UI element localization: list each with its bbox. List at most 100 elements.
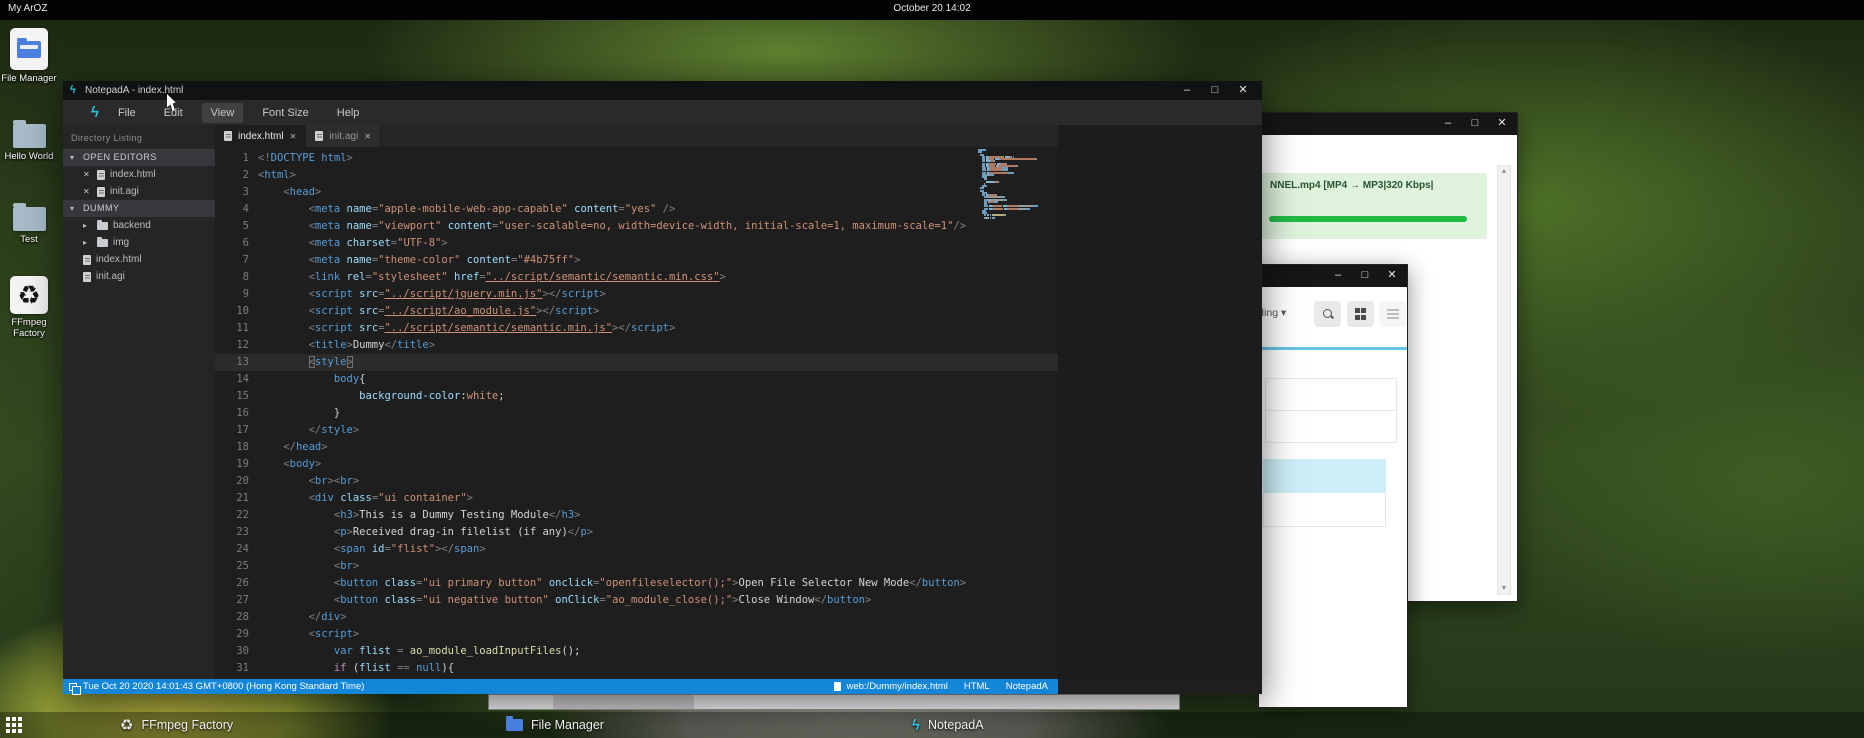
- icon-label: File Manager: [0, 73, 58, 84]
- desktop-icon-file-manager[interactable]: File Manager: [0, 28, 58, 84]
- open-editor-init-agi[interactable]: ✕ init.agi: [63, 183, 215, 200]
- open-editor-index-html[interactable]: ✕ index.html: [63, 166, 215, 183]
- folder-name: backend: [113, 217, 151, 234]
- maximize-icon[interactable]: □: [1468, 116, 1482, 131]
- code-editor[interactable]: 1234567891011121314151617181920212223242…: [215, 147, 1058, 679]
- menu-file[interactable]: File: [109, 103, 145, 123]
- sort-order-dropdown[interactable]: Ascending ▾: [1261, 307, 1311, 327]
- file-window-titlebar[interactable]: – □ ✕: [1259, 265, 1407, 287]
- sync-icon: [69, 683, 77, 691]
- file-icon: [224, 131, 232, 141]
- list-view-button[interactable]: [1379, 301, 1406, 327]
- clock: October 20 14:02: [0, 3, 1864, 14]
- editor-area: index.html ✕ init.agi ✕ 1234567891011121…: [215, 125, 1058, 679]
- close-icon[interactable]: ✕: [83, 183, 92, 200]
- chevron-down-icon: ▾: [1281, 307, 1286, 319]
- file-icon: [315, 131, 323, 141]
- maximize-icon[interactable]: □: [1208, 83, 1222, 98]
- notepada-window[interactable]: ϟ NotepadA - index.html – □ ✕ ϟ File Edi…: [63, 81, 1262, 694]
- file-explorer-window[interactable]: – □ ✕ Ascending ▾: [1258, 264, 1408, 708]
- conversion-task-label: NNEL.mp4 [MP4 → MP3|320 Kbps|: [1270, 180, 1433, 191]
- top-bar: My ArOZ October 20 14:02: [0, 0, 1864, 20]
- icon-label: Hello World: [0, 151, 58, 162]
- file-name: init.agi: [96, 268, 125, 285]
- search-button[interactable]: [1314, 301, 1341, 327]
- desktop-icon-ffmpeg-factory[interactable]: ♻ FFmpeg Factory: [0, 276, 58, 339]
- toolbar-divider: [1259, 347, 1407, 350]
- conversion-progress-bar: [1269, 216, 1467, 222]
- notepada-logo-icon: ϟ: [70, 84, 76, 97]
- maximize-icon[interactable]: □: [1358, 268, 1372, 283]
- file-row-selected[interactable]: [1263, 459, 1386, 493]
- menu-font-size[interactable]: Font Size: [253, 103, 317, 123]
- grid-view-icon: [1355, 308, 1367, 320]
- background-window-scroll-track: [553, 695, 694, 709]
- tree-folder-backend[interactable]: ▸ backend: [63, 217, 215, 234]
- file-row[interactable]: [1265, 410, 1397, 443]
- section-open-editors[interactable]: ▾ OPEN EDITORS: [63, 149, 215, 166]
- file-name: index.html: [110, 166, 156, 183]
- desktop-icon-hello-world[interactable]: Hello World: [0, 124, 58, 162]
- ffmpeg-window-titlebar[interactable]: – □ ✕: [1253, 113, 1517, 135]
- file-icon: [97, 187, 105, 197]
- tab-index-html[interactable]: index.html ✕: [215, 125, 306, 147]
- app-menu-icon[interactable]: [6, 717, 22, 733]
- scroll-up-icon[interactable]: ▲: [1498, 168, 1510, 175]
- minimap[interactable]: [978, 149, 1050, 219]
- ffmpeg-scrollbar[interactable]: ▲ ▼: [1497, 165, 1511, 595]
- folder-icon: [97, 239, 108, 247]
- close-icon[interactable]: ✕: [1236, 83, 1250, 98]
- scroll-down-icon[interactable]: ▼: [1498, 585, 1510, 592]
- tree-file-init-agi[interactable]: init.agi: [63, 268, 215, 285]
- menu-view[interactable]: View: [202, 103, 244, 123]
- folder-icon: [97, 222, 108, 230]
- section-label: DUMMY: [83, 200, 120, 217]
- notepada-titlebar[interactable]: ϟ NotepadA - index.html – □ ✕: [63, 81, 1262, 100]
- caret-right-icon: ▸: [83, 234, 92, 251]
- file-icon: [97, 170, 105, 180]
- status-language[interactable]: HTML: [964, 681, 990, 692]
- search-icon: [1322, 308, 1334, 320]
- tab-close-icon[interactable]: ✕: [290, 132, 297, 141]
- taskbar-item-file-manager[interactable]: File Manager: [506, 715, 604, 735]
- menu-help[interactable]: Help: [328, 103, 369, 123]
- sort-order-label: Ascending: [1261, 307, 1278, 319]
- minimize-icon[interactable]: –: [1331, 268, 1345, 283]
- tree-folder-img[interactable]: ▸ img: [63, 234, 215, 251]
- tab-init-agi[interactable]: init.agi ✕: [306, 125, 381, 147]
- recycle-icon: ♻: [10, 276, 48, 314]
- taskbar: ♻ FFmpeg Factory File Manager ϟ NotepadA: [0, 712, 1864, 738]
- recycle-icon: ♻: [120, 716, 133, 734]
- close-icon[interactable]: ✕: [1495, 116, 1509, 131]
- window-filler: [1058, 125, 1262, 679]
- background-window-edge[interactable]: [488, 694, 1180, 710]
- grid-view-button[interactable]: [1347, 301, 1374, 327]
- code-lines[interactable]: <!DOCTYPE html><html> <head> <meta name=…: [258, 150, 1058, 677]
- file-icon: [83, 255, 91, 265]
- tab-close-icon[interactable]: ✕: [364, 132, 371, 141]
- minimize-icon[interactable]: –: [1441, 116, 1455, 131]
- status-bar: Tue Oct 20 2020 14:01:43 GMT+0800 (Hong …: [63, 679, 1058, 694]
- taskbar-item-notepada[interactable]: ϟ NotepadA: [912, 715, 984, 735]
- section-dummy-folder[interactable]: ▾ DUMMY: [63, 200, 215, 217]
- caret-right-icon: ▸: [83, 217, 92, 234]
- minimize-icon[interactable]: –: [1180, 83, 1194, 98]
- folder-name: img: [113, 234, 129, 251]
- taskbar-label: FFmpeg Factory: [141, 718, 233, 732]
- taskbar-label: NotepadA: [928, 718, 984, 732]
- tree-file-index-html[interactable]: index.html: [63, 251, 215, 268]
- desktop-icon-test[interactable]: Test: [0, 207, 58, 245]
- tab-label: index.html: [238, 131, 284, 142]
- close-icon[interactable]: ✕: [1385, 268, 1399, 283]
- close-icon[interactable]: ✕: [83, 166, 92, 183]
- desktop: – □ ✕ NNEL.mp4 [MP4 → MP3|320 Kbps| ▲ ▼ …: [0, 0, 1864, 738]
- caret-down-icon: ▾: [70, 200, 79, 217]
- folder-icon: [506, 719, 523, 731]
- file-row[interactable]: [1265, 378, 1397, 411]
- icon-label: Test: [0, 234, 58, 245]
- taskbar-item-ffmpeg-factory[interactable]: ♻ FFmpeg Factory: [120, 715, 233, 735]
- gutter: 1234567891011121314151617181920212223242…: [215, 150, 249, 677]
- icon-label: FFmpeg Factory: [0, 317, 58, 339]
- status-datetime: Tue Oct 20 2020 14:01:43 GMT+0800 (Hong …: [83, 681, 364, 692]
- file-row[interactable]: [1263, 493, 1386, 527]
